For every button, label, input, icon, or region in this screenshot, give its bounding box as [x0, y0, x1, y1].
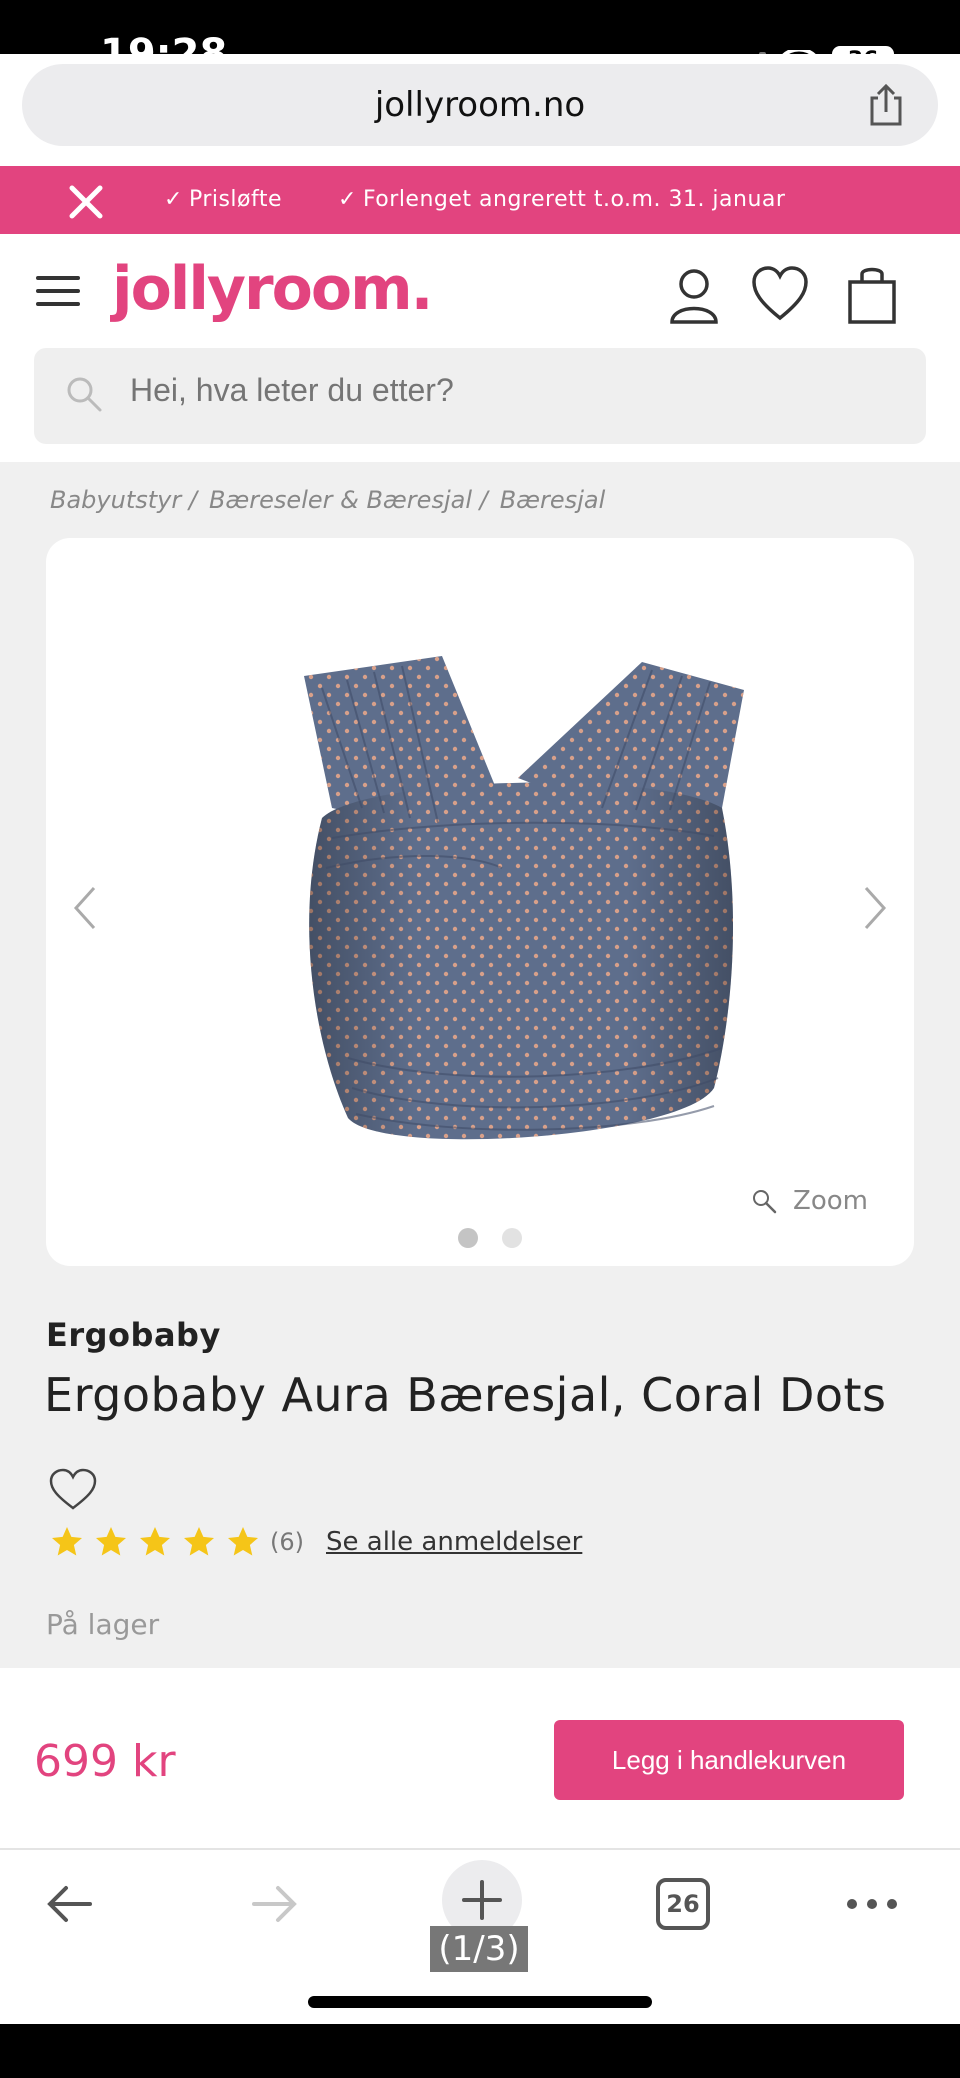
page-indicator: (1/3): [430, 1926, 528, 1972]
promo-item-price-promise: ✓ Prisløfte: [164, 186, 282, 214]
review-count: (6): [270, 1528, 304, 1556]
back-arrow-icon[interactable]: [42, 1876, 98, 1932]
breadcrumb: Babyutstyr / Bæreseler & Bæresjal / Bære…: [50, 486, 605, 514]
home-indicator: [308, 1996, 652, 2008]
zoom-icon: [753, 1190, 777, 1214]
buy-bar: 699 kr Legg i handlekurven: [0, 1668, 960, 1848]
forward-arrow-icon[interactable]: [246, 1876, 302, 1932]
url-bar[interactable]: jollyroom.no: [22, 64, 938, 146]
tabs-button[interactable]: 26: [656, 1878, 710, 1930]
gallery-dot-1[interactable]: [458, 1228, 478, 1248]
wishlist-icon[interactable]: [750, 264, 810, 326]
site-header: jollyroom.: [0, 234, 960, 462]
promo-bar: ✓ Prisløfte ✓ Forlenget angrerett t.o.m.…: [0, 166, 960, 234]
product-image-gallery[interactable]: Zoom: [46, 538, 914, 1266]
breadcrumb-item-baeresjal[interactable]: Bæresjal: [500, 486, 606, 514]
zoom-button[interactable]: Zoom: [751, 1186, 868, 1216]
add-to-cart-button[interactable]: Legg i handlekurven: [554, 1720, 904, 1800]
screen-bottom-edge: [0, 2024, 960, 2078]
chevron-left-icon[interactable]: [66, 878, 106, 938]
promo-text: Prisløfte: [188, 187, 283, 212]
site-logo[interactable]: jollyroom.: [112, 254, 433, 324]
browser-toolbar: 26 (1/3): [0, 1848, 960, 2024]
search-box[interactable]: [34, 348, 926, 444]
more-icon[interactable]: [844, 1876, 900, 1932]
share-icon[interactable]: [864, 82, 908, 128]
account-icon[interactable]: [664, 264, 724, 326]
status-bar: 19:28 36: [0, 0, 960, 76]
zoom-label: Zoom: [793, 1186, 868, 1216]
search-icon: [67, 377, 102, 412]
heart-icon[interactable]: [48, 1468, 98, 1512]
promo-item-return-policy: ✓ Forlenget angrerett t.o.m. 31. januar: [338, 186, 785, 214]
gallery-dots: [458, 1228, 522, 1248]
product-rating: (6) Se alle anmeldelser: [48, 1524, 582, 1560]
close-icon[interactable]: [66, 182, 106, 222]
chevron-right-icon[interactable]: [854, 878, 894, 938]
promo-text: Forlenget angrerett t.o.m. 31. januar: [362, 187, 786, 212]
product-title: Ergobaby Aura Bæresjal, Coral Dots: [44, 1368, 887, 1422]
product-image: [304, 656, 744, 1140]
url-text: jollyroom.no: [374, 85, 586, 125]
stock-status: På lager: [46, 1608, 160, 1641]
breadcrumb-item-babyutstyr[interactable]: Babyutstyr /: [50, 486, 197, 514]
see-all-reviews-link[interactable]: Se alle anmeldelser: [326, 1527, 582, 1557]
product-area: Babyutstyr / Bæreseler & Bæresjal / Bære…: [0, 462, 960, 1668]
star-icon: [184, 1527, 214, 1556]
gallery-dot-2[interactable]: [502, 1228, 522, 1248]
star-icon: [96, 1527, 126, 1556]
product-brand[interactable]: Ergobaby: [46, 1316, 221, 1354]
check-icon: ✓: [164, 187, 183, 212]
browser-address-area: jollyroom.no: [0, 54, 960, 166]
star-icon: [52, 1527, 82, 1556]
product-price: 699 kr: [34, 1736, 176, 1787]
breadcrumb-item-baereseler[interactable]: Bæreseler & Bæresjal /: [209, 486, 488, 514]
star-icon: [140, 1527, 170, 1556]
menu-icon[interactable]: [36, 276, 80, 310]
cart-icon[interactable]: [842, 264, 902, 326]
check-icon: ✓: [338, 187, 357, 212]
star-icon: [228, 1527, 258, 1556]
search-input[interactable]: [130, 372, 830, 409]
